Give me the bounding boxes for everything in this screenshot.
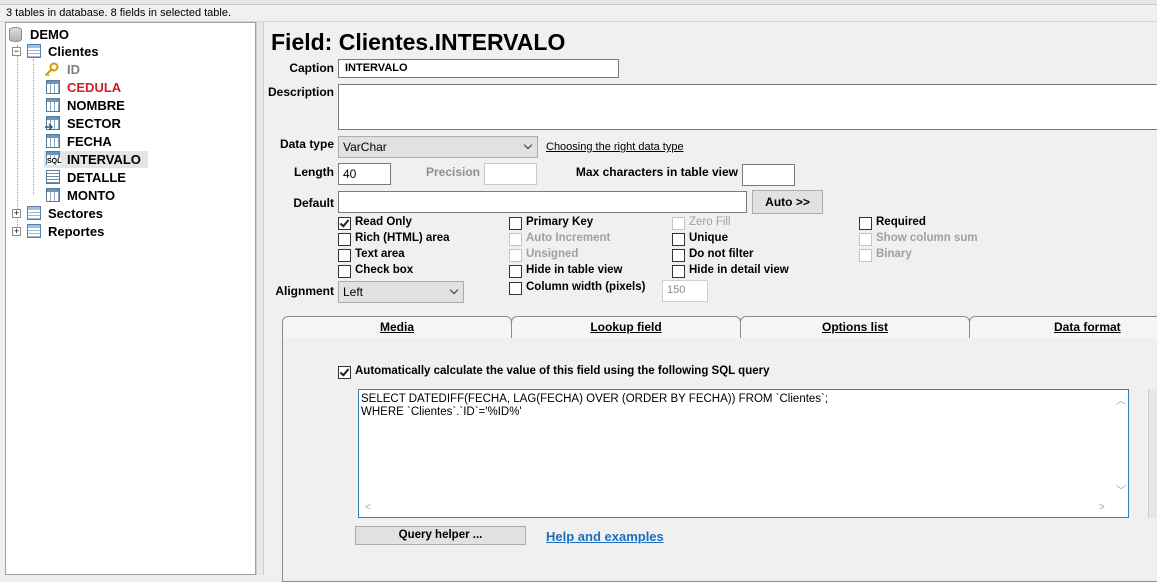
description-label: Description: [268, 85, 335, 99]
auto-increment-checkbox: Auto Increment: [509, 232, 659, 246]
tree-table-clientes[interactable]: − Clientes: [12, 43, 122, 60]
read-only-checkbox[interactable]: Read Only: [338, 216, 498, 230]
status-bar: 3 tables in database. 8 fields in select…: [0, 5, 1157, 22]
chevron-down-icon: [523, 140, 533, 150]
sql-field-icon: SQL: [46, 151, 62, 165]
datatype-select[interactable]: VarChar: [338, 136, 538, 158]
zero-fill-checkbox: Zero Fill: [672, 216, 822, 230]
lookup-field-icon: [45, 116, 60, 131]
tree-field-monto[interactable]: MONTO: [44, 187, 144, 204]
vertical-scrollbar[interactable]: ︿ ﹀: [1112, 390, 1128, 500]
collapse-icon[interactable]: −: [12, 47, 21, 56]
alignment-value: Left: [343, 285, 364, 299]
required-checkbox[interactable]: Required: [859, 216, 1009, 230]
do-not-filter-checkbox[interactable]: Do not filter: [672, 248, 822, 262]
table-icon: [27, 224, 41, 238]
precision-label: Precision: [425, 165, 480, 179]
check-box-checkbox[interactable]: Check box: [338, 264, 498, 278]
alignment-select[interactable]: Left: [338, 281, 464, 303]
expand-icon[interactable]: +: [12, 209, 21, 218]
database-icon: [9, 27, 22, 42]
tree-field-detalle[interactable]: DETALLE: [44, 169, 144, 186]
primary-key-checkbox[interactable]: Primary Key: [509, 216, 659, 230]
tab-lookup-field[interactable]: Lookup field: [511, 316, 741, 338]
key-icon: [44, 62, 59, 77]
status-text: 3 tables in database. 8 fields in select…: [6, 7, 232, 19]
maxchars-input[interactable]: [742, 164, 795, 186]
tree-field-fecha[interactable]: FECHA: [44, 133, 144, 150]
column-width-checkbox[interactable]: Column width (pixels): [509, 281, 659, 295]
tree-table-reportes[interactable]: + Reportes: [12, 223, 122, 240]
sql-query-line: SELECT DATEDIFF(FECHA, LAG(FECHA) OVER (…: [361, 393, 829, 405]
length-label: Length: [294, 165, 334, 179]
tree-field-id[interactable]: ID: [44, 61, 124, 78]
scroll-up-icon[interactable]: ︿: [1116, 392, 1126, 407]
default-input[interactable]: [338, 191, 747, 213]
text-area-checkbox[interactable]: Text area: [338, 248, 498, 262]
unsigned-checkbox: Unsigned: [509, 248, 659, 262]
tree-field-sector[interactable]: SECTOR: [44, 115, 144, 132]
tree-root-label: DEMO: [30, 27, 69, 42]
hide-table-view-checkbox[interactable]: Hide in table view: [509, 264, 659, 278]
precision-input: [484, 163, 537, 185]
datatype-value: VarChar: [343, 140, 387, 154]
table-icon: [27, 206, 41, 220]
chevron-down-icon: [449, 285, 459, 295]
table-icon: [27, 44, 41, 58]
length-input[interactable]: 40: [338, 163, 391, 185]
hide-detail-view-checkbox[interactable]: Hide in detail view: [672, 264, 822, 278]
datatype-label: Data type: [279, 137, 334, 151]
horizontal-scrollbar[interactable]: < >: [359, 500, 1113, 517]
scroll-down-icon[interactable]: ﹀: [1116, 482, 1126, 497]
auto-button[interactable]: Auto >>: [752, 190, 823, 214]
binary-checkbox: Binary: [859, 248, 1009, 262]
datatype-help-link[interactable]: Choosing the right data type: [546, 141, 684, 153]
field-icon: [46, 80, 60, 94]
field-icon: [46, 188, 60, 202]
tree-field-intervalo[interactable]: SQL INTERVALO: [44, 151, 148, 168]
alignment-label: Alignment: [275, 284, 334, 298]
sql-query-editor[interactable]: SELECT DATEDIFF(FECHA, LAG(FECHA) OVER (…: [358, 389, 1129, 518]
help-examples-link[interactable]: Help and examples: [546, 529, 664, 544]
sql-query-line: WHERE `Clientes`.`ID`='%ID%': [361, 406, 522, 418]
rich-html-checkbox[interactable]: Rich (HTML) area: [338, 232, 498, 246]
page-title: Field: Clientes.INTERVALO: [271, 29, 566, 55]
expand-icon[interactable]: +: [12, 227, 21, 236]
tab-data-format[interactable]: Data format: [969, 316, 1157, 338]
query-helper-button[interactable]: Query helper ...: [355, 526, 526, 545]
scroll-left-icon[interactable]: <: [365, 502, 371, 513]
column-width-input: 150: [662, 280, 708, 302]
field-icon: [46, 98, 60, 112]
tab-options-list[interactable]: Options list: [740, 316, 970, 338]
tree-field-nombre[interactable]: NOMBRE: [44, 97, 144, 114]
tree-table-sectores[interactable]: + Sectores: [12, 205, 122, 222]
caption-label: Caption: [289, 61, 334, 75]
default-label: Default: [293, 196, 334, 210]
description-textarea[interactable]: [338, 84, 1157, 130]
caption-input[interactable]: INTERVALO: [338, 59, 619, 78]
panel-splitter[interactable]: [256, 22, 264, 575]
memo-field-icon: [46, 170, 60, 184]
unique-checkbox[interactable]: Unique: [672, 232, 822, 246]
scroll-right-icon[interactable]: >: [1099, 502, 1105, 513]
field-icon: [46, 134, 60, 148]
tab-media[interactable]: Media: [282, 316, 512, 338]
tree-root-demo[interactable]: DEMO: [9, 26, 129, 43]
database-tree[interactable]: DEMO − Clientes ID CEDULA NOMBRE SECTOR …: [5, 22, 256, 575]
maxchars-label: Max characters in table view: [575, 165, 738, 179]
tree-field-cedula[interactable]: CEDULA: [44, 79, 144, 96]
show-column-sum-checkbox: Show column sum: [859, 232, 1009, 246]
side-panel-edge: [1148, 389, 1157, 518]
auto-calculate-checkbox[interactable]: Automatically calculate the value of thi…: [338, 365, 778, 379]
